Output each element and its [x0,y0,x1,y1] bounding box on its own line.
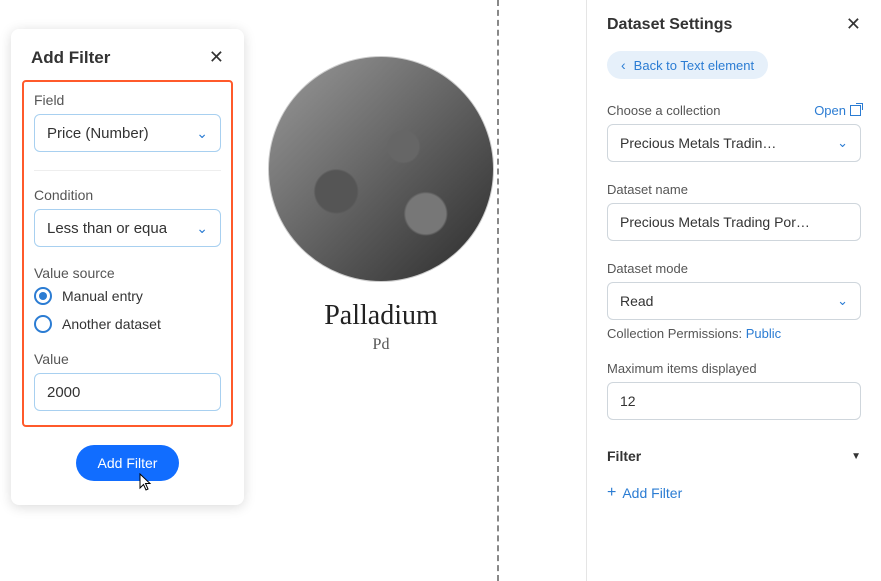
choose-collection-label: Choose a collection [607,103,720,118]
dashed-divider [497,0,499,581]
filter-section-label: Filter [607,448,641,464]
dataset-mode-value: Read [620,293,653,309]
radio-icon-unselected [34,315,52,333]
collection-select-value: Precious Metals Tradin… [620,135,776,151]
preview-image [268,56,494,282]
radio-icon-selected [34,287,52,305]
external-link-icon [850,105,861,116]
add-filter-link[interactable]: + Add Filter [607,484,682,502]
permissions-label: Collection Permissions: [607,326,746,341]
value-source-label: Value source [34,265,221,281]
filter-section-toggle[interactable]: Filter ▼ [607,440,861,472]
cursor-icon [139,473,155,491]
close-icon[interactable]: ✕ [846,14,861,35]
max-items-label: Maximum items displayed [607,361,861,376]
chevron-down-icon: ⌄ [837,293,848,309]
dataset-mode-select[interactable]: Read ⌄ [607,282,861,320]
chevron-left-icon: ‹ [621,57,626,73]
add-filter-link-label: Add Filter [622,485,682,501]
permissions-link[interactable]: Public [746,326,781,341]
back-button[interactable]: ‹ Back to Text element [607,51,768,79]
plus-icon: + [607,484,616,502]
add-filter-button[interactable]: Add Filter [76,445,180,481]
field-select-value: Price (Number) [47,125,149,142]
radio-manual-entry[interactable]: Manual entry [34,287,221,305]
max-items-value: 12 [620,393,636,409]
chevron-down-icon: ⌄ [196,125,208,142]
divider [34,170,221,171]
dataset-mode-label: Dataset mode [607,261,861,276]
value-input-text: 2000 [47,384,80,401]
chevron-down-icon: ⌄ [196,220,208,237]
radio-another-label: Another dataset [62,316,161,332]
condition-label: Condition [34,187,221,203]
open-link-label: Open [814,103,846,118]
add-filter-panel: Add Filter ✕ Field Price (Number) ⌄ Cond… [11,29,244,505]
open-collection-link[interactable]: Open [814,103,861,118]
dataset-name-label: Dataset name [607,182,861,197]
settings-title: Dataset Settings [607,16,732,34]
field-label: Field [34,92,221,108]
condition-select[interactable]: Less than or equa ⌄ [34,209,221,247]
add-filter-button-label: Add Filter [98,455,158,471]
collection-select[interactable]: Precious Metals Tradin… ⌄ [607,124,861,162]
preview-card: Palladium Pd [261,0,501,354]
add-filter-title: Add Filter [31,48,110,68]
triangle-down-icon: ▼ [851,451,861,462]
chevron-down-icon: ⌄ [837,135,848,151]
radio-another-dataset[interactable]: Another dataset [34,315,221,333]
dataset-name-value: Precious Metals Trading Por… [620,214,810,230]
max-items-input[interactable]: 12 [607,382,861,420]
radio-manual-label: Manual entry [62,288,143,304]
close-icon[interactable]: ✕ [209,47,224,68]
preview-subtitle: Pd [261,336,501,354]
field-select[interactable]: Price (Number) ⌄ [34,114,221,152]
dataset-settings-panel: Dataset Settings ✕ ‹ Back to Text elemen… [586,0,881,581]
preview-title: Palladium [261,300,501,332]
value-input[interactable]: 2000 [34,373,221,411]
permissions-line: Collection Permissions: Public [607,326,861,341]
back-button-label: Back to Text element [634,58,754,73]
condition-select-value: Less than or equa [47,220,167,237]
highlighted-form-area: Field Price (Number) ⌄ Condition Less th… [22,80,233,427]
dataset-name-input[interactable]: Precious Metals Trading Por… [607,203,861,241]
value-label: Value [34,351,221,367]
